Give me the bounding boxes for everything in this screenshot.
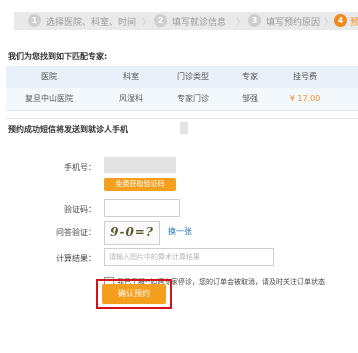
step-2-label: 填写就诊信息	[172, 18, 227, 28]
header-fee: 挂号费	[293, 72, 317, 81]
header-doctor: 专家	[242, 72, 258, 81]
step-4-label: 预	[350, 18, 358, 28]
header-department: 科室	[123, 72, 139, 81]
progress-steps: 1 选择医院、科室、时间 〉 2 填写就诊信息 〉 3 填写预约原因 〉 4 预	[0, 0, 358, 40]
step-1-number: 1	[28, 14, 41, 27]
step-separator: 〉	[324, 18, 334, 28]
code-label: 验证码：	[64, 205, 96, 214]
phone-label: 手机号：	[64, 163, 96, 172]
step-separator: 〉	[142, 18, 152, 28]
captcha-image: 9-0=?	[104, 221, 160, 245]
table-row: 复旦中山医院 风湿科 专家门诊 邹强 ¥ 17.00	[6, 88, 358, 111]
step-separator: 〉	[236, 18, 246, 28]
header-hospital: 医院	[41, 72, 57, 81]
cell-hospital: 复旦中山医院	[25, 94, 73, 103]
header-clinic-type: 门诊类型	[177, 72, 209, 81]
confirm-button[interactable]: 确认预约	[102, 284, 166, 304]
step-4-number: 4	[334, 14, 347, 27]
get-code-button[interactable]: 免费获取验证码	[104, 178, 176, 191]
match-title: 我们为您找到如下匹配专家:	[8, 52, 108, 61]
cell-doctor: 邹强	[242, 94, 258, 103]
table-header: 医院 科室 门诊类型 专家 挂号费	[6, 66, 358, 88]
captcha-label: 问答验证：	[56, 228, 96, 237]
step-1-label: 选择医院、科室、时间	[46, 18, 137, 28]
code-input[interactable]	[104, 199, 180, 217]
step-3-number: 3	[248, 14, 261, 27]
masked-text-block	[180, 122, 188, 134]
cell-fee: ¥ 17.00	[289, 94, 321, 103]
refresh-captcha-link[interactable]: 换一张	[168, 226, 192, 237]
steps-track: 1 选择医院、科室、时间 〉 2 填写就诊信息 〉 3 填写预约原因 〉 4 预	[14, 12, 358, 30]
cell-department: 风湿科	[119, 94, 143, 103]
phone-number-masked	[104, 157, 176, 173]
result-input[interactable]: 请输入图片中的算术计算结果	[104, 248, 274, 266]
result-label: 计算结果：	[56, 254, 96, 263]
step-2-number: 2	[154, 14, 167, 27]
step-3-label: 填写预约原因	[266, 18, 321, 28]
sms-notice: 预约成功短信将发送到就诊人手机	[8, 125, 128, 134]
cell-clinic-type: 专家门诊	[177, 94, 209, 103]
section-divider	[6, 118, 358, 119]
